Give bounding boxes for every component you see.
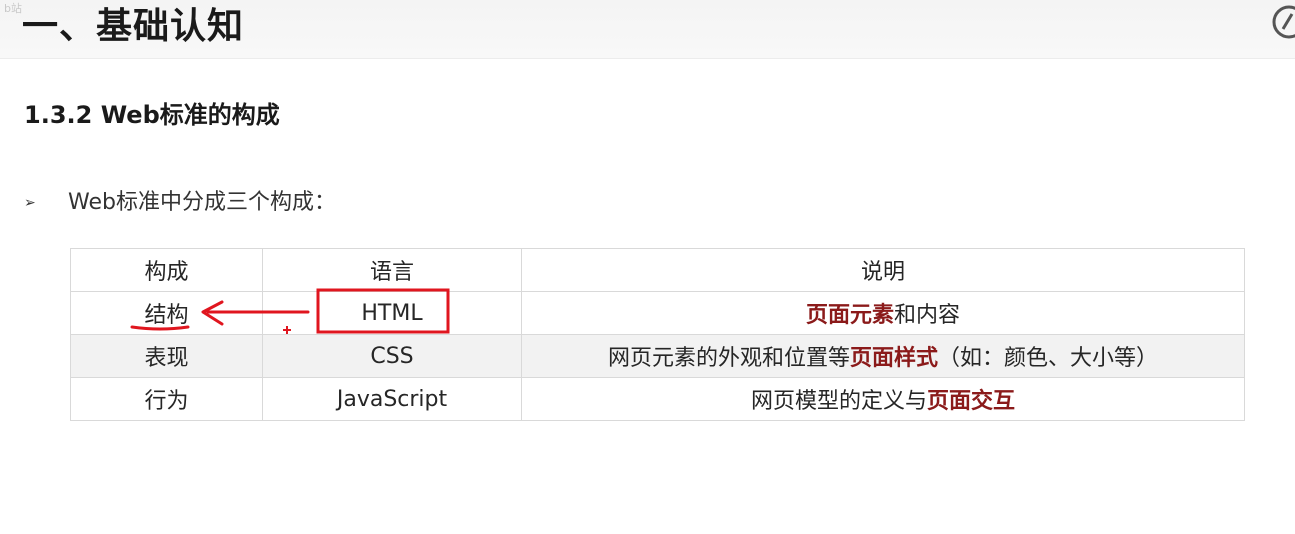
bullet-item: ➢ Web标准中分成三个构成： <box>24 187 336 219</box>
desc-head: 网页元素的外观和位置等 <box>607 346 850 371</box>
header-cell-part: 构成 <box>70 248 263 292</box>
cell-lang: CSS <box>262 334 522 378</box>
cell-part: 行为 <box>70 377 263 421</box>
bullet-text: Web标准中分成三个构成： <box>68 190 336 215</box>
desc-head: 网页模型的定义与 <box>750 389 927 414</box>
header-cell-lang: 语言 <box>262 248 522 292</box>
chapter-title: 一、基础认知 <box>22 6 245 47</box>
cell-desc: 页面元素和内容 <box>521 291 1245 335</box>
table-row: 行为 JavaScript 网页模型的定义与页面交互 <box>70 377 1245 421</box>
cell-lang: HTML <box>262 291 522 335</box>
cell-part: 表现 <box>70 334 263 378</box>
desc-highlight: 页面交互 <box>927 389 1016 414</box>
header-band: b站 一、基础认知 <box>0 0 1295 59</box>
watermark: b站 <box>4 2 22 15</box>
cell-lang: JavaScript <box>262 377 522 421</box>
desc-tail: 和内容 <box>894 303 961 328</box>
bullet-arrow-icon: ➢ <box>24 195 36 211</box>
desc-highlight: 页面样式 <box>849 346 938 371</box>
cell-part: 结构 <box>70 291 263 335</box>
table-header-row: 构成 语言 说明 <box>70 248 1245 292</box>
web-standards-table: 构成 语言 说明 结构 HTML 页面元素和内容 表现 CSS 网页元素的外观和… <box>70 248 1245 421</box>
desc-highlight: 页面元素 <box>805 303 894 328</box>
corner-icon[interactable] <box>1265 2 1295 42</box>
cell-desc: 网页模型的定义与页面交互 <box>521 377 1245 421</box>
table-row: 结构 HTML 页面元素和内容 <box>70 291 1245 335</box>
header-cell-desc: 说明 <box>521 248 1245 292</box>
desc-tail: （如：颜色、大小等） <box>938 346 1159 371</box>
section-title: 1.3.2 Web标准的构成 <box>24 101 280 129</box>
slide: b站 一、基础认知 1.3.2 Web标准的构成 ➢ Web标准中分成三个构成： … <box>0 0 1295 534</box>
table-row: 表现 CSS 网页元素的外观和位置等页面样式（如：颜色、大小等） <box>70 334 1245 378</box>
cell-desc: 网页元素的外观和位置等页面样式（如：颜色、大小等） <box>521 334 1245 378</box>
